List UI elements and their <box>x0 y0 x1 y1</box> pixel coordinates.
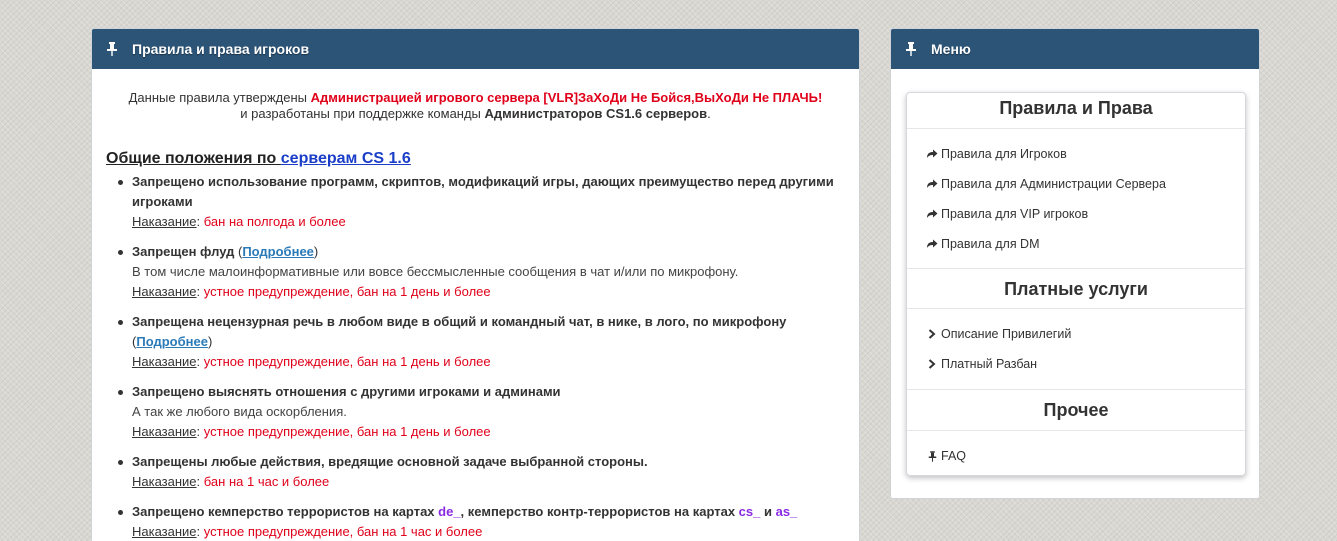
section-title-text: Общие положения по <box>106 150 281 167</box>
menu-group-title: Правила и Права <box>907 93 1245 129</box>
menu-panel: Меню Правила и Права Правила для Игроков… <box>890 28 1260 499</box>
rule-desc: В том числе малоинформативные или вовсе … <box>132 264 739 279</box>
punish-label: Наказание <box>132 524 197 539</box>
share-arrow-icon <box>925 149 939 159</box>
rules-panel: Правила и права игроков Данные правила у… <box>91 28 860 541</box>
punish-label: Наказание <box>132 284 197 299</box>
menu-item-label: Правила для DM <box>941 237 1040 251</box>
menu-item-vip-rules[interactable]: Правила для VIP игроков <box>907 199 1245 229</box>
menu-item-faq[interactable]: FAQ <box>907 441 1245 471</box>
menu-panel-header: Меню <box>891 29 1259 69</box>
menu-group-rules: Правила для Игроков Правила для Админист… <box>907 129 1245 269</box>
intro-admin-name: Администрацией игрового сервера [VLR]ЗаХ… <box>310 90 823 105</box>
menu-panel-title: Меню <box>931 41 971 57</box>
pin-icon <box>104 42 120 56</box>
intro-team: Администраторов CS1.6 серверов <box>484 106 708 121</box>
menu-item-privileges[interactable]: Описание Привилегий <box>907 319 1245 349</box>
rule-title: Запрещена нецензурная речь в любом виде … <box>132 314 787 329</box>
rule-title: Запрещен флуд <box>132 244 235 259</box>
menu-item-admin-rules[interactable]: Правила для Администрации Сервера <box>907 169 1245 199</box>
menu-item-players-rules[interactable]: Правила для Игроков <box>907 139 1245 169</box>
rule-item: Запрещена нецензурная речь в любом виде … <box>116 312 836 372</box>
punish-label: Наказание <box>132 354 197 369</box>
punish-label: Наказание <box>132 474 197 489</box>
rule-title: Запрещено выяснять отношения с другими и… <box>132 384 561 399</box>
map-prefix-as: as_ <box>775 504 798 519</box>
menu-group-other: FAQ <box>907 431 1245 471</box>
menu-item-label: Правила для VIP игроков <box>941 207 1089 221</box>
share-arrow-icon <box>925 209 939 219</box>
menu-group-title: Платные услуги <box>907 269 1245 309</box>
intro-text: и разработаны при поддержке команды <box>240 106 485 121</box>
chevron-right-icon <box>925 329 939 339</box>
rules-panel-title: Правила и права игроков <box>132 41 310 57</box>
rule-desc: А так же любого вида оскорбления. <box>132 404 347 419</box>
pin-icon <box>903 42 919 56</box>
punish-text: бан на 1 час и более <box>203 474 330 489</box>
more-link[interactable]: Подробнее <box>242 244 314 259</box>
menu-item-dm-rules[interactable]: Правила для DM <box>907 229 1245 259</box>
punish-text: устное предупреждение, бан на 1 час и бо… <box>203 524 483 539</box>
rule-item: Запрещено использование программ, скрипт… <box>116 172 836 232</box>
share-arrow-icon <box>925 239 939 249</box>
rule-title: Запрещены любые действия, вредящие основ… <box>132 454 648 469</box>
chevron-right-icon <box>925 359 939 369</box>
rules-list: Запрещено использование программ, скрипт… <box>116 172 836 541</box>
punish-text: бан на полгода и более <box>203 214 346 229</box>
rule-item: Запрещено кемперство террористов на карт… <box>116 502 836 541</box>
rule-title: Запрещено использование программ, скрипт… <box>132 174 834 209</box>
map-prefix-de: de_ <box>438 504 461 519</box>
rules-intro: Данные правила утверждены Администрацией… <box>92 90 859 122</box>
rule-title: Запрещено кемперство террористов на карт… <box>132 504 439 519</box>
share-arrow-icon <box>925 179 939 189</box>
menu-item-paid-unban[interactable]: Платный Разбан <box>907 349 1245 379</box>
menu-item-label: Описание Привилегий <box>941 327 1072 341</box>
menu-box: Правила и Права Правила для Игроков Прав… <box>906 92 1246 476</box>
punish-text: устное предупреждение, бан на 1 день и б… <box>203 284 491 299</box>
pin-icon <box>925 450 939 462</box>
menu-group-paid: Описание Привилегий Платный Разбан <box>907 309 1245 390</box>
section-title: Общие положения по серверам CS 1.6 <box>106 150 859 168</box>
punish-label: Наказание <box>132 214 197 229</box>
punish-text: устное предупреждение, бан на 1 день и б… <box>203 424 491 439</box>
menu-item-label: Платный Разбан <box>941 357 1038 371</box>
rule-item: Запрещены любые действия, вредящие основ… <box>116 452 836 492</box>
menu-item-label: Правила для Администрации Сервера <box>941 177 1166 191</box>
intro-text: Данные правила утверждены <box>128 90 311 105</box>
punish-text: устное предупреждение, бан на 1 день и б… <box>203 354 491 369</box>
rule-title-cont: , кемперство контр-террористов на картах <box>460 504 739 519</box>
rule-title-and: и <box>760 504 776 519</box>
menu-item-label: Правила для Игроков <box>941 147 1067 161</box>
rules-panel-header: Правила и права игроков <box>92 29 859 69</box>
intro-period: . <box>707 106 711 121</box>
servers-link[interactable]: серверам CS 1.6 <box>281 150 411 167</box>
menu-item-label: FAQ <box>941 449 967 463</box>
rule-item: Запрещен флуд (Подробнее) В том числе ма… <box>116 242 836 302</box>
map-prefix-cs: cs_ <box>738 504 761 519</box>
more-link[interactable]: Подробнее <box>136 334 208 349</box>
menu-group-title: Прочее <box>907 390 1245 431</box>
punish-label: Наказание <box>132 424 197 439</box>
rule-item: Запрещено выяснять отношения с другими и… <box>116 382 836 442</box>
